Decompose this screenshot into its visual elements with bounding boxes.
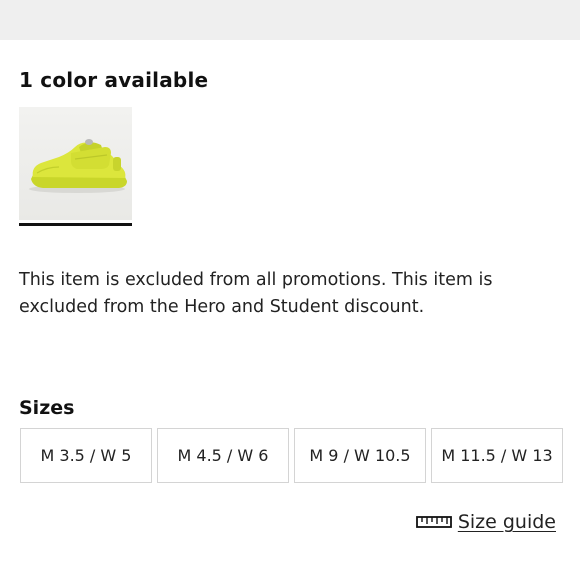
size-option-m11-5-w13[interactable]: M 11.5 / W 13 xyxy=(431,428,563,483)
size-option-m3-5-w5[interactable]: M 3.5 / W 5 xyxy=(20,428,152,483)
sneaker-image xyxy=(29,139,127,193)
top-divider-strip xyxy=(0,0,580,40)
size-guide-label: Size guide xyxy=(457,511,556,533)
size-guide-link[interactable]: Size guide xyxy=(415,511,556,533)
sizes-heading: Sizes xyxy=(19,397,75,419)
ruler-icon xyxy=(415,516,452,528)
color-swatch-yellow[interactable] xyxy=(19,107,132,220)
size-option-m9-w10-5[interactable]: M 9 / W 10.5 xyxy=(294,428,426,483)
colors-heading: 1 color available xyxy=(19,68,209,92)
size-option-m4-5-w6[interactable]: M 4.5 / W 6 xyxy=(157,428,289,483)
size-options: M 3.5 / W 5 M 4.5 / W 6 M 9 / W 10.5 M 1… xyxy=(20,428,563,483)
promotion-exclusion-notice: This item is excluded from all promotion… xyxy=(19,270,493,317)
selected-swatch-indicator xyxy=(19,223,132,226)
